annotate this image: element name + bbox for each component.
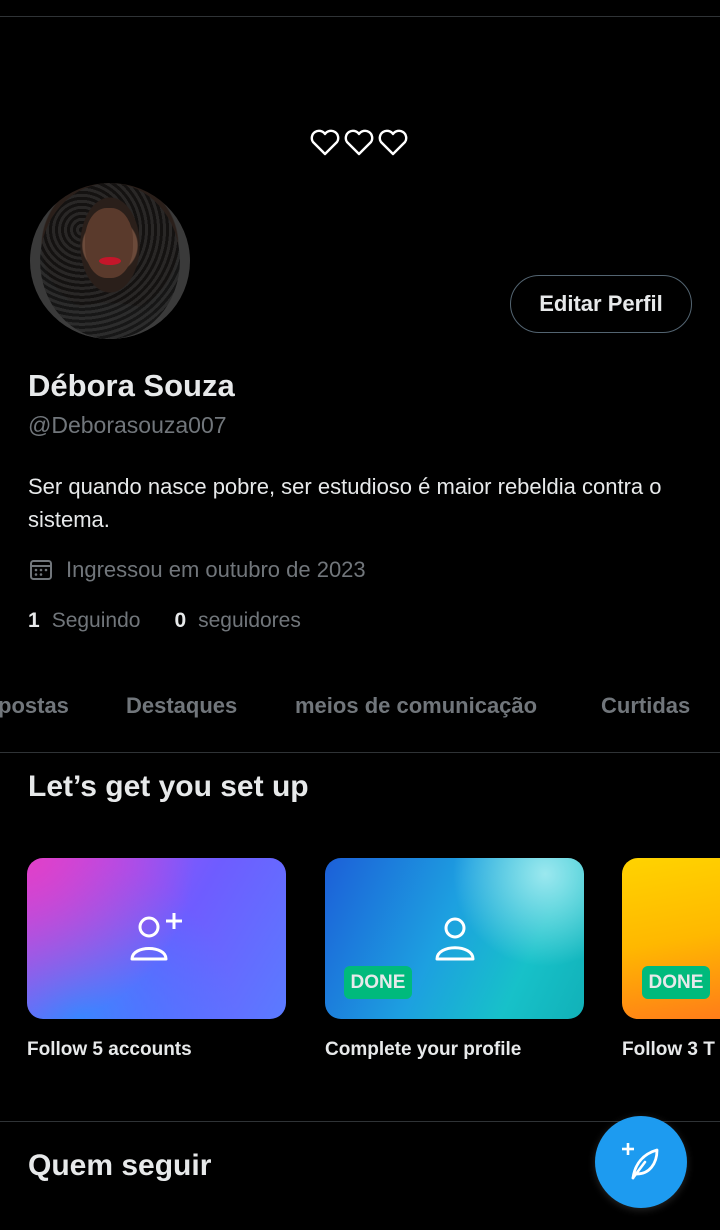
person-icon <box>435 917 475 961</box>
following-label: Seguindo <box>51 609 141 632</box>
add-person-icon <box>130 913 182 961</box>
joined-text: Ingressou em outubro de 2023 <box>66 557 366 582</box>
followers-label: seguidores <box>198 609 301 632</box>
profile-name: Débora Souza <box>28 368 235 403</box>
follow-stats: 1 Seguindo 0 seguidores <box>28 609 301 633</box>
done-badge: DONE <box>642 966 710 999</box>
heart-icon <box>310 129 340 156</box>
done-badge: DONE <box>344 966 412 999</box>
profile-bio: Ser quando nasce pobre, ser estudioso é … <box>28 474 662 532</box>
heart-icon <box>378 129 408 156</box>
edit-profile-button[interactable]: Editar Perfil <box>510 275 692 333</box>
joined-date: Ingressou em outubro de 2023 <box>28 557 366 583</box>
compose-button[interactable] <box>595 1116 687 1208</box>
tab-posts[interactable]: postas <box>0 693 69 719</box>
profile-tabs: postas Destaques meios de comunicação Cu… <box>0 680 720 753</box>
profile-handle: @Deborasouza007 <box>28 412 227 438</box>
following-count: 1 <box>28 609 40 632</box>
tab-media[interactable]: meios de comunicação <box>295 693 537 719</box>
setup-card-label: Follow 5 accounts <box>27 1039 192 1060</box>
setup-title: Let’s get you set up <box>28 770 309 803</box>
avatar-hair <box>40 183 180 339</box>
who-to-follow-title: Quem seguir <box>28 1149 212 1182</box>
following-link[interactable]: 1 Seguindo <box>28 609 140 633</box>
setup-card-label: Follow 3 T <box>622 1039 715 1060</box>
section-divider <box>0 1121 720 1122</box>
avatar[interactable] <box>30 183 190 339</box>
followers-count: 0 <box>174 609 187 632</box>
calendar-icon <box>30 560 52 580</box>
top-bar <box>0 0 720 17</box>
setup-card-label: Complete your profile <box>325 1039 522 1060</box>
tab-highlights[interactable]: Destaques <box>126 693 237 719</box>
banner-hearts <box>306 122 412 162</box>
followers-link[interactable]: 0 seguidores <box>174 609 300 633</box>
tab-likes[interactable]: Curtidas <box>601 693 690 719</box>
heart-icon <box>344 129 374 156</box>
compose-feather-icon <box>622 1143 659 1180</box>
